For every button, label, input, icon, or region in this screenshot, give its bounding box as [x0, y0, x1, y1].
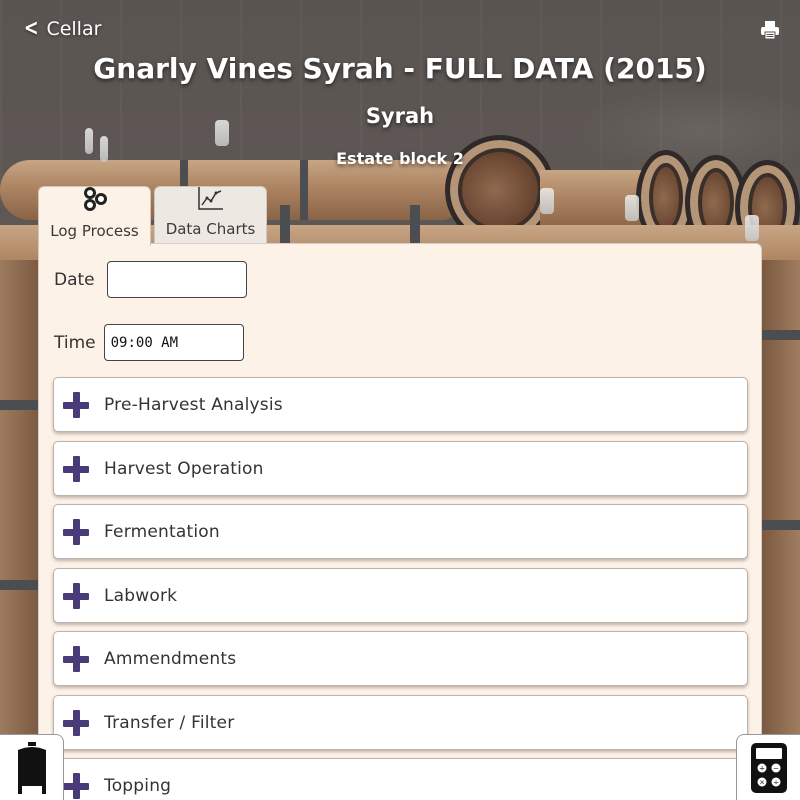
section-label: Fermentation [104, 521, 220, 542]
section-label: Topping [104, 775, 172, 796]
chevron-left-icon: < [23, 16, 39, 41]
section-labwork[interactable]: Labwork [53, 568, 748, 623]
svg-text:÷: ÷ [773, 779, 779, 787]
svg-text:+: + [759, 765, 765, 773]
section-ammendments[interactable]: Ammendments [53, 631, 748, 686]
page-title: Gnarly Vines Syrah - FULL DATA (2015) [93, 52, 707, 85]
plus-icon [63, 772, 89, 799]
time-row: Time [54, 324, 244, 361]
date-row: Date [54, 261, 247, 298]
svg-text:−: − [773, 765, 779, 773]
section-label: Transfer / Filter [104, 712, 235, 733]
section-label: Harvest Operation [104, 458, 264, 479]
plus-icon [63, 709, 89, 736]
time-input[interactable] [103, 324, 244, 361]
tab-log-process-label: Log Process [50, 222, 139, 240]
section-fermentation[interactable]: Fermentation [53, 504, 748, 559]
tab-data-charts[interactable]: Data Charts [154, 186, 267, 244]
section-topping[interactable]: Topping [53, 758, 748, 800]
varietal-subtitle: Syrah [365, 104, 435, 128]
plus-icon [63, 391, 89, 418]
vineyard-block-label: Estate block 2 [336, 149, 464, 168]
back-to-cellar-link[interactable]: < Cellar [22, 16, 102, 41]
plus-icon [63, 645, 89, 672]
section-pre-harvest-analysis[interactable]: Pre-Harvest Analysis [53, 377, 748, 432]
section-harvest-operation[interactable]: Harvest Operation [53, 441, 748, 496]
tank-button[interactable] [0, 734, 64, 800]
section-label: Labwork [104, 585, 178, 606]
section-label: Ammendments [104, 648, 237, 669]
time-label: Time [54, 332, 96, 353]
svg-text:×: × [759, 779, 765, 787]
plus-icon [63, 582, 89, 609]
back-link-label: Cellar [46, 18, 102, 40]
date-label: Date [54, 269, 95, 290]
plus-icon [63, 518, 89, 545]
barrels-icon [81, 186, 109, 216]
line-chart-icon [197, 186, 224, 214]
date-input[interactable] [106, 261, 247, 298]
calculator-icon: + − × ÷ [750, 743, 787, 797]
plus-icon [63, 455, 89, 482]
section-label: Pre-Harvest Analysis [104, 394, 283, 415]
tab-data-charts-label: Data Charts [165, 220, 256, 238]
print-icon[interactable] [760, 20, 780, 40]
tank-icon [15, 742, 49, 798]
tab-log-process[interactable]: Log Process [38, 186, 151, 246]
log-process-panel: Date Time Pre-Harvest Analysis Harvest O… [38, 243, 762, 800]
calculator-button[interactable]: + − × ÷ [736, 734, 800, 800]
section-transfer-filter[interactable]: Transfer / Filter [53, 695, 748, 750]
